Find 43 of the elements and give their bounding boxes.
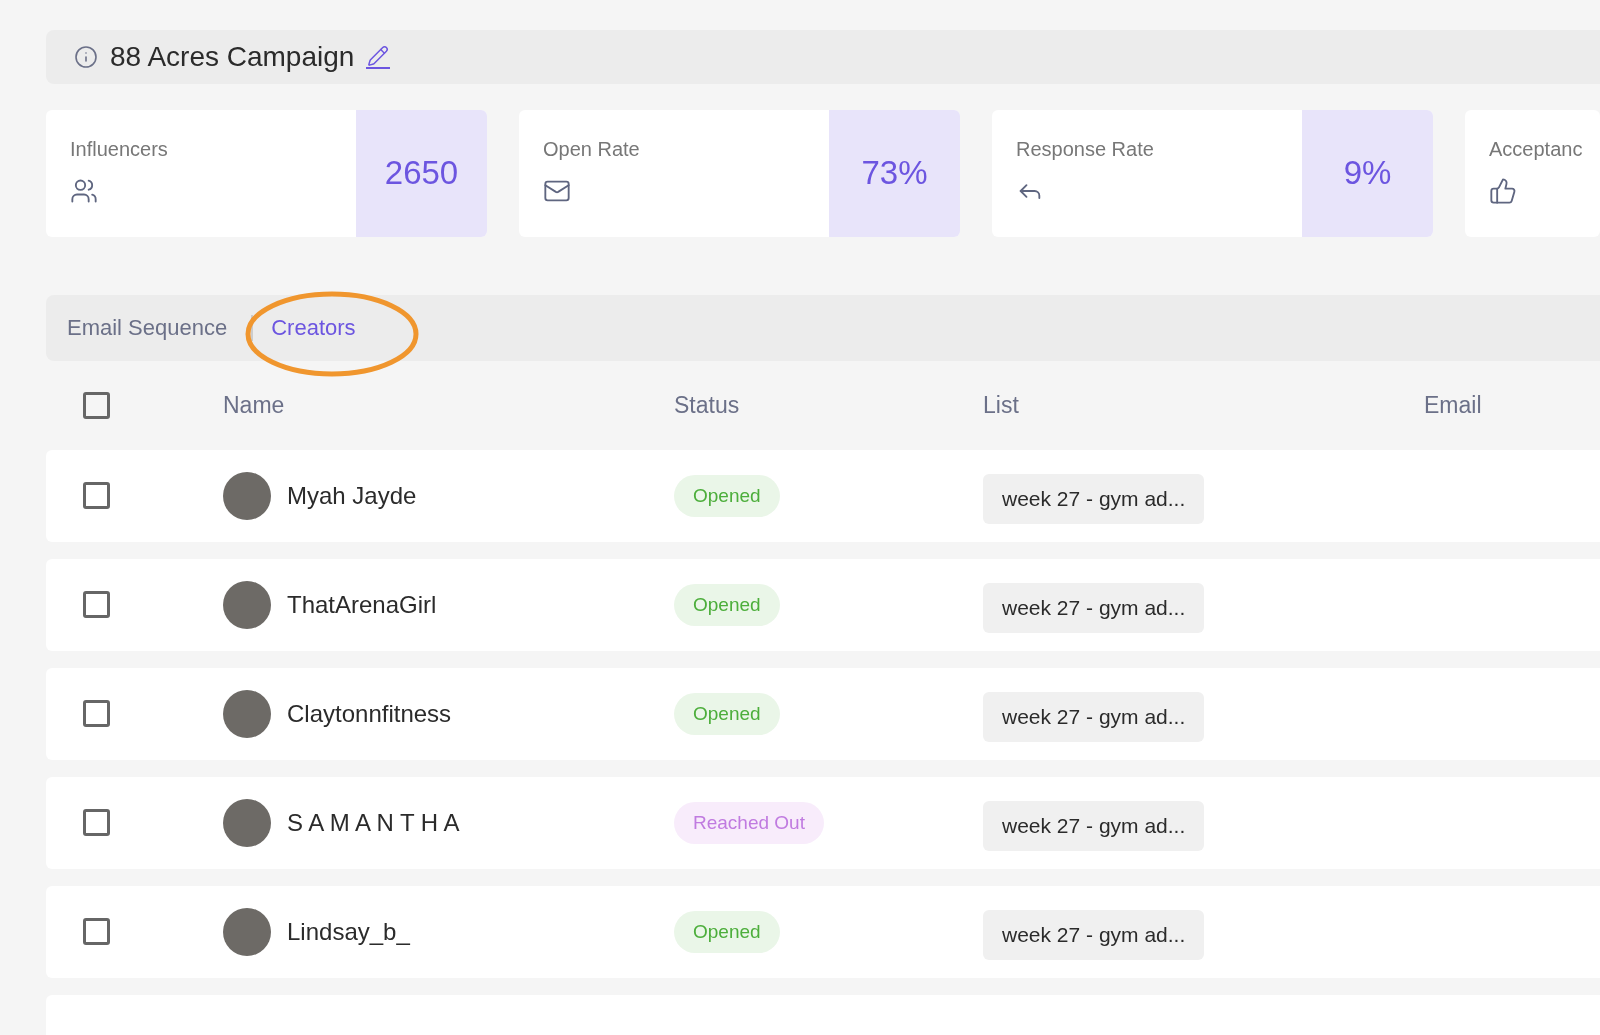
list-tag: week 27 - gym ad... — [983, 801, 1205, 851]
avatar-placeholder — [223, 472, 271, 520]
avatar-placeholder — [223, 581, 271, 629]
status-badge: Opened — [674, 693, 780, 735]
stat-value: 9% — [1302, 109, 1433, 237]
row-checkbox[interactable] — [83, 809, 110, 837]
edit-icon[interactable] — [366, 44, 391, 69]
creator-name: ThatArenaGirl — [287, 591, 437, 619]
row-checkbox[interactable] — [83, 591, 110, 619]
column-header: Email — [1424, 392, 1483, 420]
row-checkbox[interactable] — [83, 700, 110, 728]
info-icon[interactable] — [74, 44, 98, 69]
creator-name: S A M A N T H A — [287, 809, 460, 837]
campaign-title: 88 Acres Campaign — [110, 40, 355, 73]
status-badge: Opened — [674, 584, 780, 626]
creator-name: Claytonnfitness — [287, 700, 452, 728]
column-header: Status — [674, 392, 741, 420]
stat-label: Open Rate — [543, 137, 641, 161]
tab[interactable]: Email Sequence — [67, 314, 228, 341]
stat-label: Acceptanc — [1489, 137, 1584, 161]
row-checkbox[interactable] — [83, 482, 110, 510]
stat-label: Influencers — [70, 137, 169, 161]
select-all-checkbox[interactable] — [83, 392, 110, 420]
list-tag: week 27 - gym ad... — [983, 474, 1205, 524]
list-tag: week 27 - gym ad... — [983, 910, 1205, 960]
tab[interactable]: Creators — [271, 314, 356, 341]
creator-name: Myah Jayde — [287, 482, 417, 510]
stat-value: 2650 — [356, 109, 487, 237]
list-tag: week 27 - gym ad... — [983, 583, 1205, 633]
avatar-placeholder — [223, 908, 271, 956]
avatar-placeholder — [223, 799, 271, 847]
column-header: List — [983, 392, 1020, 420]
avatar-placeholder — [223, 690, 271, 738]
status-badge: Opened — [674, 911, 780, 953]
creator-name: Lindsay_b_ — [287, 918, 410, 946]
status-badge: Opened — [674, 475, 780, 517]
stat-value: 73% — [829, 109, 960, 237]
stat-label: Response Rate — [1016, 137, 1155, 161]
list-tag: week 27 - gym ad... — [983, 692, 1205, 742]
thumbs-up-icon — [1489, 176, 1517, 205]
status-badge: Reached Out — [674, 802, 824, 844]
row-checkbox[interactable] — [83, 918, 110, 946]
column-header: Name — [223, 392, 286, 420]
